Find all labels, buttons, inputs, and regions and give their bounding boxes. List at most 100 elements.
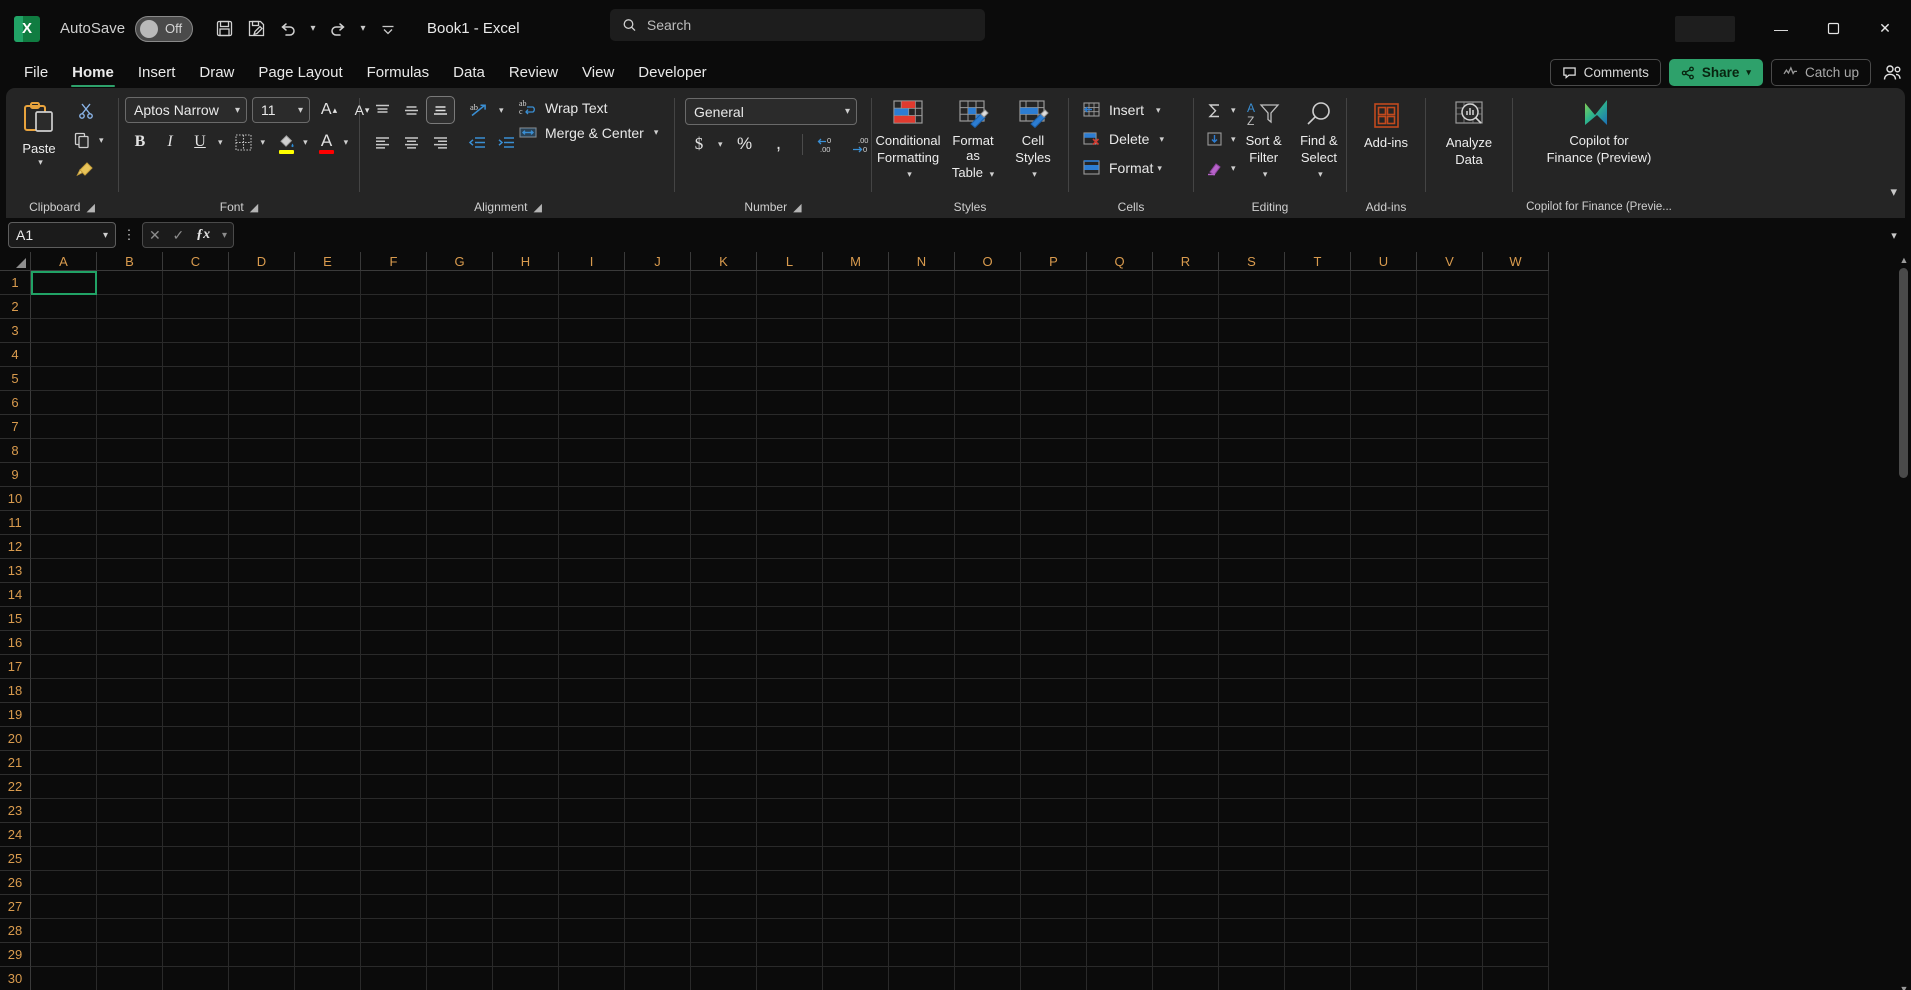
fill-chevron-down-icon[interactable]: ▾: [1231, 134, 1236, 145]
cell-R11[interactable]: [1153, 511, 1219, 535]
cell-K1[interactable]: [691, 271, 757, 295]
cell-L29[interactable]: [757, 943, 823, 967]
cell-M24[interactable]: [823, 823, 889, 847]
cell-H27[interactable]: [493, 895, 559, 919]
cell-J17[interactable]: [625, 655, 691, 679]
cell-A13[interactable]: [31, 559, 97, 583]
cell-W27[interactable]: [1483, 895, 1549, 919]
insert-function-icon[interactable]: ƒx: [196, 227, 210, 243]
cell-N21[interactable]: [889, 751, 955, 775]
column-header-L[interactable]: L: [757, 252, 823, 271]
cell-L23[interactable]: [757, 799, 823, 823]
cell-S19[interactable]: [1219, 703, 1285, 727]
cell-P26[interactable]: [1021, 871, 1087, 895]
cell-H1[interactable]: [493, 271, 559, 295]
cell-A4[interactable]: [31, 343, 97, 367]
cell-P25[interactable]: [1021, 847, 1087, 871]
cell-L20[interactable]: [757, 727, 823, 751]
cell-S12[interactable]: [1219, 535, 1285, 559]
cell-W13[interactable]: [1483, 559, 1549, 583]
cell-R21[interactable]: [1153, 751, 1219, 775]
cell-D23[interactable]: [229, 799, 295, 823]
cell-T13[interactable]: [1285, 559, 1351, 583]
cell-V24[interactable]: [1417, 823, 1483, 847]
orientation-chevron-down-icon[interactable]: ▾: [499, 105, 504, 116]
cell-Q13[interactable]: [1087, 559, 1153, 583]
cell-B3[interactable]: [97, 319, 163, 343]
row-header-4[interactable]: 4: [0, 343, 31, 367]
cell-C6[interactable]: [163, 391, 229, 415]
cell-V3[interactable]: [1417, 319, 1483, 343]
cell-H3[interactable]: [493, 319, 559, 343]
save-icon[interactable]: [209, 14, 239, 44]
cell-P23[interactable]: [1021, 799, 1087, 823]
cell-W14[interactable]: [1483, 583, 1549, 607]
cell-F21[interactable]: [361, 751, 427, 775]
cell-C25[interactable]: [163, 847, 229, 871]
cell-K16[interactable]: [691, 631, 757, 655]
cell-Q18[interactable]: [1087, 679, 1153, 703]
cell-N10[interactable]: [889, 487, 955, 511]
cell-J18[interactable]: [625, 679, 691, 703]
cell-G17[interactable]: [427, 655, 493, 679]
cell-D9[interactable]: [229, 463, 295, 487]
cell-S13[interactable]: [1219, 559, 1285, 583]
cell-B22[interactable]: [97, 775, 163, 799]
cell-R16[interactable]: [1153, 631, 1219, 655]
cell-B25[interactable]: [97, 847, 163, 871]
cell-Q5[interactable]: [1087, 367, 1153, 391]
column-header-I[interactable]: I: [559, 252, 625, 271]
cell-A24[interactable]: [31, 823, 97, 847]
cell-O19[interactable]: [955, 703, 1021, 727]
cell-G21[interactable]: [427, 751, 493, 775]
cell-H30[interactable]: [493, 967, 559, 990]
cell-W11[interactable]: [1483, 511, 1549, 535]
cell-U16[interactable]: [1351, 631, 1417, 655]
cell-P21[interactable]: [1021, 751, 1087, 775]
cell-Q8[interactable]: [1087, 439, 1153, 463]
borders-chevron-down-icon[interactable]: ▾: [261, 137, 266, 148]
cell-I13[interactable]: [559, 559, 625, 583]
cell-H21[interactable]: [493, 751, 559, 775]
cell-E9[interactable]: [295, 463, 361, 487]
cell-M20[interactable]: [823, 727, 889, 751]
insert-cells-button[interactable]: Insert ▾: [1077, 96, 1161, 124]
clear-button[interactable]: ▾: [1200, 154, 1236, 182]
cell-N5[interactable]: [889, 367, 955, 391]
cell-P11[interactable]: [1021, 511, 1087, 535]
cell-O28[interactable]: [955, 919, 1021, 943]
cell-R20[interactable]: [1153, 727, 1219, 751]
search-box[interactable]: [610, 9, 985, 41]
cell-L7[interactable]: [757, 415, 823, 439]
cell-D1[interactable]: [229, 271, 295, 295]
cell-T4[interactable]: [1285, 343, 1351, 367]
cell-C12[interactable]: [163, 535, 229, 559]
cell-D2[interactable]: [229, 295, 295, 319]
align-left-button[interactable]: [368, 128, 396, 156]
cell-C15[interactable]: [163, 607, 229, 631]
cell-N6[interactable]: [889, 391, 955, 415]
cell-S9[interactable]: [1219, 463, 1285, 487]
formula-bar-options-icon[interactable]: ⋮: [122, 227, 136, 243]
font-color-button[interactable]: A: [313, 131, 341, 152]
row-header-5[interactable]: 5: [0, 367, 31, 391]
cell-G9[interactable]: [427, 463, 493, 487]
cell-C13[interactable]: [163, 559, 229, 583]
cell-I7[interactable]: [559, 415, 625, 439]
row-header-30[interactable]: 30: [0, 967, 31, 990]
cell-O9[interactable]: [955, 463, 1021, 487]
cell-B21[interactable]: [97, 751, 163, 775]
cell-J24[interactable]: [625, 823, 691, 847]
cell-H13[interactable]: [493, 559, 559, 583]
format-as-table-chevron-down-icon[interactable]: ▾: [990, 169, 995, 179]
cell-O11[interactable]: [955, 511, 1021, 535]
cell-O1[interactable]: [955, 271, 1021, 295]
cell-I3[interactable]: [559, 319, 625, 343]
cell-H16[interactable]: [493, 631, 559, 655]
cell-S17[interactable]: [1219, 655, 1285, 679]
cell-S21[interactable]: [1219, 751, 1285, 775]
column-header-W[interactable]: W: [1483, 252, 1549, 271]
cell-F17[interactable]: [361, 655, 427, 679]
cell-styles-chevron-down-icon[interactable]: ▾: [1032, 169, 1037, 179]
expand-formula-bar-icon[interactable]: ▾: [1885, 229, 1903, 242]
